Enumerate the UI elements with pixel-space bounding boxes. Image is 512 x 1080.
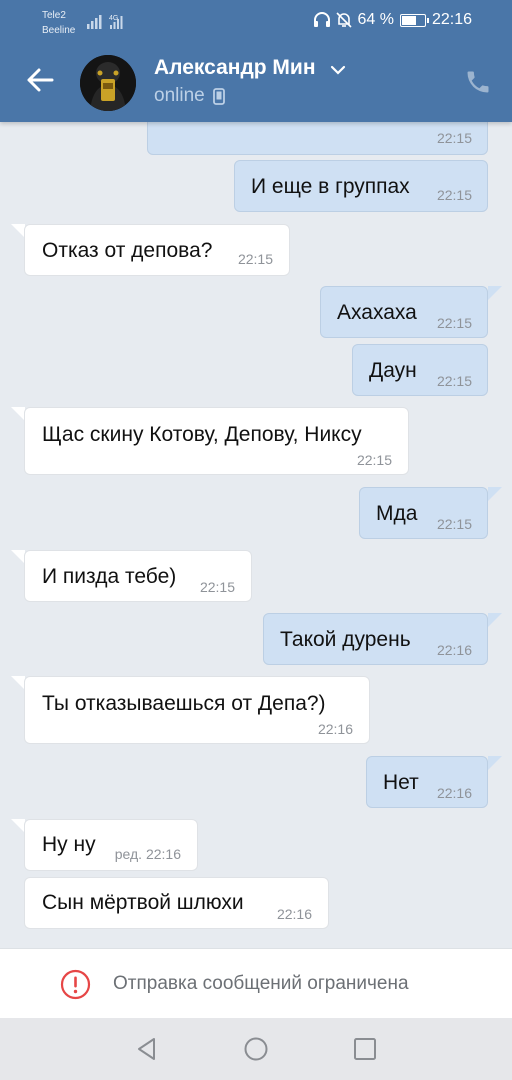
message-list[interactable]: 22:15 И еще в группах 22:15 Отказ от деп… (0, 122, 512, 948)
message-text: Нет (383, 771, 419, 794)
message-time: 22:15 (436, 373, 472, 389)
contact-name[interactable]: Александр Мин (154, 56, 316, 80)
carrier-2: Beeline (42, 25, 76, 36)
message-bubble-incoming[interactable]: Щас скину Котову, Депову, Никсу 22:15 (24, 407, 409, 475)
status-bar: Tele2 Beeline 4G 64 % 22:16 (0, 0, 512, 42)
message-text: И пизда тебе) (42, 565, 177, 588)
bubble-tail (11, 819, 25, 833)
message-bubble-incoming[interactable]: И пизда тебе) 22:15 (24, 550, 252, 602)
message-bubble-outgoing[interactable]: Нет 22:16 (366, 756, 488, 808)
bubble-tail (488, 487, 502, 501)
system-navigation-bar (0, 1018, 512, 1080)
message-text: Такой дурень (280, 628, 411, 651)
bubble-tail (11, 676, 25, 690)
restriction-banner: Отправка сообщений ограничена (0, 948, 512, 1018)
bubble-tail (488, 613, 502, 627)
message-bubble-incoming[interactable]: Сын мёртвой шлюхи 22:16 (24, 877, 329, 929)
message-time: 22:15 (199, 579, 235, 595)
conversation-header: Tele2 Beeline 4G 64 % 22:16 Александр Ми… (0, 0, 512, 122)
message-time: 22:15 (436, 130, 472, 146)
message-bubble-outgoing[interactable]: Даун 22:15 (352, 344, 488, 396)
bubble-tail (488, 286, 502, 300)
message-text: Щас скину Котову, Депову, Никсу (42, 423, 362, 446)
carrier-1: Tele2 (42, 10, 66, 21)
message-time: 22:15 (356, 452, 392, 468)
message-bubble-outgoing[interactable]: И еще в группах 22:15 (234, 160, 488, 212)
bubble-tail (11, 550, 25, 564)
message-text: Даун (369, 359, 417, 382)
message-text: Мда (376, 502, 418, 525)
message-time: 22:16 (436, 785, 472, 801)
arrow-left-icon[interactable] (24, 64, 56, 96)
message-text: Сын мёртвой шлюхи (42, 891, 244, 914)
circle-home-icon[interactable] (243, 1036, 269, 1062)
avatar[interactable] (80, 55, 136, 111)
phone-icon[interactable] (464, 68, 492, 96)
avatar-photo (80, 55, 136, 111)
message-text: И еще в группах (251, 175, 410, 198)
status-icons: 64 % 22:16 (313, 11, 472, 29)
bubble-tail (488, 756, 502, 770)
mute-bell-icon (336, 12, 353, 28)
bubble-tail (11, 407, 25, 421)
network-type: 4G (109, 15, 118, 22)
message-bubble-outgoing[interactable]: Ахахаха 22:15 (320, 286, 488, 338)
message-bubble-outgoing[interactable]: Мда 22:15 (359, 487, 488, 539)
restriction-text: Отправка сообщений ограничена (113, 973, 409, 994)
message-time: 22:15 (436, 516, 472, 532)
bubble-tail (11, 224, 25, 238)
online-status: online (154, 85, 205, 106)
message-bubble-incoming[interactable]: Ты отказываешься от Депа?) 22:16 (24, 676, 370, 744)
square-recents-icon[interactable] (352, 1036, 378, 1062)
headphones-icon (314, 12, 331, 27)
triangle-back-icon[interactable] (134, 1036, 160, 1062)
message-bubble-outgoing[interactable]: 22:15 (147, 122, 488, 155)
chevron-down-icon[interactable] (330, 64, 346, 76)
message-text: Ты отказываешься от Депа?) (42, 692, 326, 715)
exclamation-circle-icon (60, 969, 91, 1000)
message-time: 22:15 (237, 251, 273, 267)
battery-icon (399, 13, 429, 27)
clock: 22:16 (431, 11, 472, 28)
message-time: 22:15 (436, 315, 472, 331)
message-text: Ахахаха (337, 301, 417, 324)
message-time: 22:16 (317, 721, 353, 737)
message-bubble-incoming[interactable]: Ну ну ред. 22:16 (24, 819, 198, 871)
battery-percent: 64 % (357, 11, 394, 28)
carrier-names: Tele2 Beeline (42, 8, 75, 38)
message-text: Ну ну (42, 833, 96, 856)
message-time: 22:16 (276, 906, 312, 922)
signal-icon: 4G (87, 15, 123, 29)
message-time: ред. 22:16 (114, 846, 181, 862)
message-time: 22:16 (436, 642, 472, 658)
mobile-device-icon (213, 88, 225, 105)
message-text: Отказ от депова? (42, 239, 213, 262)
message-time: 22:15 (436, 187, 472, 203)
message-bubble-outgoing[interactable]: Такой дурень 22:16 (263, 613, 488, 665)
message-bubble-incoming[interactable]: Отказ от депова? 22:15 (24, 224, 290, 276)
